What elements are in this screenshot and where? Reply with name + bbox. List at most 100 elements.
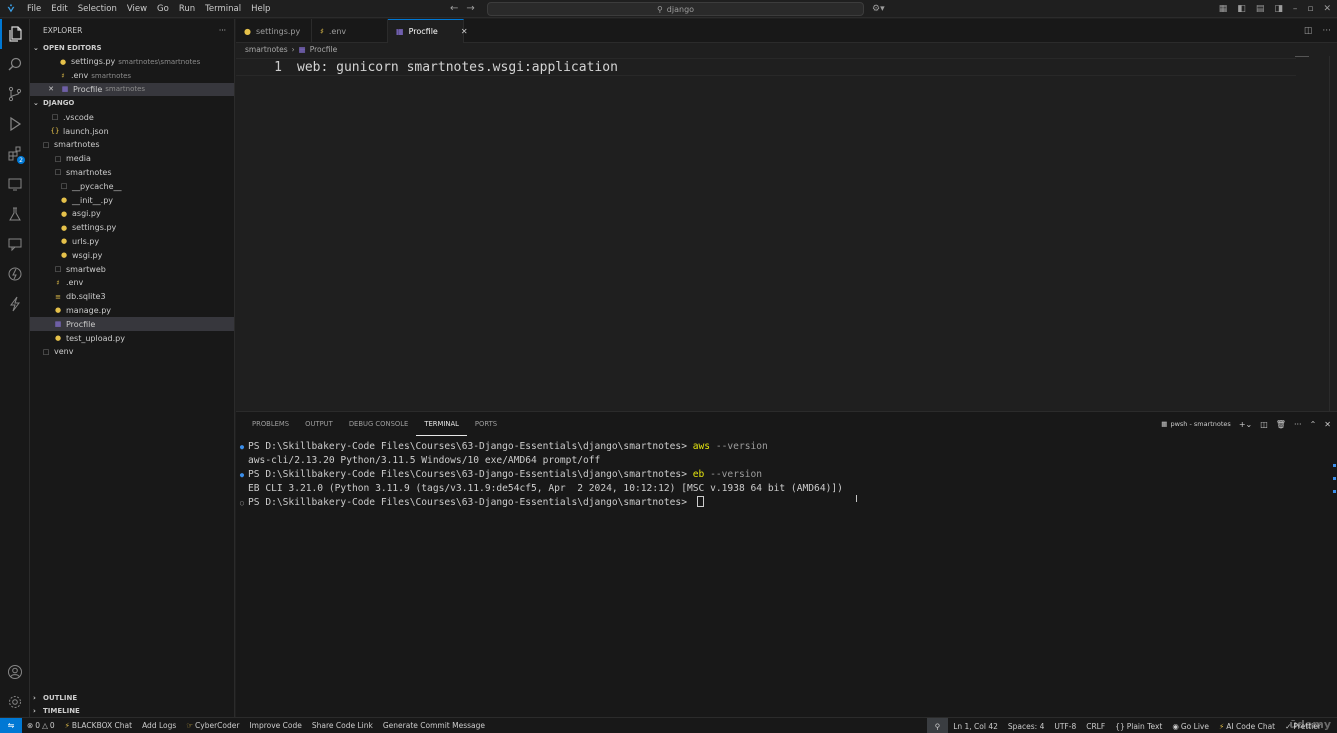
menu-help[interactable]: Help [246,0,275,18]
accounts-icon[interactable] [0,657,30,687]
menu-terminal[interactable]: Terminal [200,0,246,18]
cursor-position[interactable]: Ln 1, Col 42 [948,722,1003,731]
code-line[interactable]: 1 web: gunicorn smartnotes.wsgi:applicat… [236,58,1296,76]
search-view-icon[interactable] [0,49,30,79]
go-live-button[interactable]: ◉ Go Live [1167,722,1214,731]
tree-item[interactable]: ● wsgi.py [30,248,234,262]
tab-debug-console[interactable]: DEBUG CONSOLE [341,412,417,436]
trash-icon[interactable]: 🗑 [1276,420,1286,429]
more-actions-icon[interactable]: ··· [219,26,226,35]
menu-view[interactable]: View [122,0,152,18]
menu-go[interactable]: Go [152,0,174,18]
workspace-header[interactable]: ⌄ DJANGO [30,96,234,110]
tree-item[interactable]: □ media [30,152,234,166]
menu-file[interactable]: File [22,0,46,18]
blackbox-chat-button[interactable]: ⚡ BLACKBOX Chat [60,721,137,730]
minimap[interactable] [1295,56,1309,57]
tree-item[interactable]: □ smartnotes [30,138,234,152]
tree-item[interactable]: □ smartnotes [30,166,234,180]
close-icon[interactable]: ✕ [45,85,57,93]
problems-indicator[interactable]: ⊗ 0 △ 0 [22,721,60,730]
chat-icon[interactable] [0,229,30,259]
back-arrow-icon[interactable]: ← [450,0,458,18]
cybercoder-button[interactable]: ☞ CyberCoder [181,721,244,730]
tab-terminal[interactable]: TERMINAL [416,412,467,436]
new-terminal-icon[interactable]: +⌄ [1239,420,1252,429]
close-tab-icon[interactable]: ✕ [461,27,468,36]
copilot-icon[interactable]: ⚙▾ [872,0,885,18]
split-terminal-icon[interactable]: ◫ [1260,420,1268,429]
tree-item[interactable]: ▦ Procfile [30,317,234,332]
more-actions-icon[interactable]: ··· [1294,420,1302,429]
open-editor-item-active[interactable]: ✕ ▦ Procfile smartnotes [30,82,234,97]
generate-commit-message-button[interactable]: Generate Commit Message [378,721,490,730]
toggle-sidebar-icon[interactable]: ◧ [1237,0,1246,18]
open-editors-header[interactable]: ⌄ OPEN EDITORS [30,41,234,55]
tree-item[interactable]: ● settings.py [30,221,234,235]
toggle-secondary-sidebar-icon[interactable]: ◨ [1274,0,1283,18]
minimize-icon[interactable]: – [1293,0,1298,18]
split-editor-icon[interactable]: ◫ [1304,19,1313,43]
tree-item[interactable]: ● urls.py [30,235,234,249]
tree-item[interactable]: □ venv [30,345,234,359]
end-of-line[interactable]: CRLF [1081,722,1110,731]
command-decoration-icon[interactable]: ● [236,440,248,454]
close-window-icon[interactable]: ✕ [1323,0,1331,18]
improve-code-button[interactable]: Improve Code [244,721,306,730]
terminal-selector[interactable]: ▦ pwsh - smartnotes [1161,420,1231,428]
command-decoration-icon[interactable]: ○ [236,496,248,510]
remote-indicator-icon[interactable]: ⇋ [0,717,22,733]
timeline-header[interactable]: › TIMELINE [30,704,235,717]
manage-gear-icon[interactable] [0,687,30,717]
editor-scrollbar[interactable] [1329,56,1337,411]
tree-item[interactable]: □ __pycache__ [30,179,234,193]
maximize-icon[interactable]: ▫ [1307,0,1313,18]
command-decoration-icon[interactable]: ● [236,468,248,482]
ai-code-chat-button[interactable]: ⚡ AI Code Chat [1214,722,1280,731]
tab-env[interactable]: ♯ .env [312,19,388,43]
close-panel-icon[interactable]: ✕ [1324,420,1331,429]
tree-item[interactable]: ● manage.py [30,304,234,318]
encoding[interactable]: UTF-8 [1049,722,1081,731]
tree-item[interactable]: ● __init__.py [30,193,234,207]
more-actions-icon[interactable]: ··· [1322,19,1331,43]
remote-explorer-icon[interactable] [0,169,30,199]
outline-header[interactable]: › OUTLINE [30,691,235,704]
add-logs-button[interactable]: Add Logs [137,721,181,730]
tree-item[interactable]: {} launch.json [30,124,234,138]
forward-arrow-icon[interactable]: → [466,0,474,18]
customize-layout-icon[interactable]: ▦ [1219,0,1228,18]
code-editor[interactable]: 1 web: gunicorn smartnotes.wsgi:applicat… [236,56,1337,411]
terminal-output[interactable]: ● PS D:\Skillbakery-Code Files\Courses\6… [236,440,1326,510]
run-debug-icon[interactable] [0,109,30,139]
code-text[interactable]: web: gunicorn smartnotes.wsgi:applicatio… [297,60,618,75]
lightning-icon[interactable] [0,289,30,319]
extensions-icon[interactable]: 2 [0,139,30,169]
tab-ports[interactable]: PORTS [467,412,505,436]
indentation[interactable]: Spaces: 4 [1003,722,1049,731]
menu-run[interactable]: Run [174,0,200,18]
share-code-link-button[interactable]: Share Code Link [307,721,378,730]
tree-item[interactable]: ● asgi.py [30,207,234,221]
menu-edit[interactable]: Edit [46,0,72,18]
tree-item[interactable]: ● test_upload.py [30,331,234,345]
command-center-search[interactable]: ⚲ django [487,2,864,16]
tree-item[interactable]: ♯ .env [30,276,234,290]
maximize-panel-icon[interactable]: ⌃ [1310,420,1317,429]
menu-selection[interactable]: Selection [73,0,122,18]
testing-icon[interactable] [0,199,30,229]
tab-output[interactable]: OUTPUT [297,412,341,436]
breadcrumb-folder[interactable]: smartnotes [245,45,288,54]
open-editor-item[interactable]: ● settings.py smartnotes\smartnotes [30,55,234,69]
explorer-icon[interactable] [0,19,30,49]
blackbox-icon[interactable] [0,259,30,289]
tab-problems[interactable]: PROBLEMS [244,412,297,436]
language-mode[interactable]: {} Plain Text [1110,722,1167,731]
zoom-icon[interactable]: ⚲ [926,718,949,733]
tab-settings-py[interactable]: ● settings.py [236,19,312,43]
tree-item[interactable]: □ .vscode [30,110,234,124]
tree-item[interactable]: □ smartweb [30,262,234,276]
tree-item[interactable]: ≡ db.sqlite3 [30,290,234,304]
tab-procfile[interactable]: ▦ Procfile ✕ [388,19,468,43]
breadcrumb-file[interactable]: Procfile [310,45,337,54]
